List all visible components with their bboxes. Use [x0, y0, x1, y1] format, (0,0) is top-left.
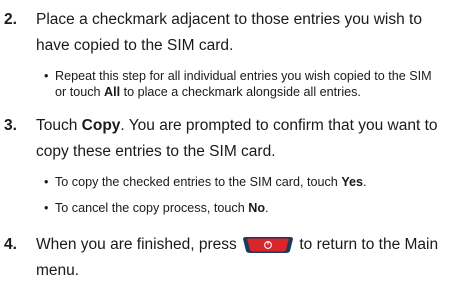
- step-line: Place a checkmark adjacent to those entr…: [36, 11, 422, 28]
- step-line-suffix: . You are prompted to confirm that you w…: [120, 117, 438, 134]
- bullet-line-prefix: To cancel the copy process, touch: [55, 201, 249, 215]
- bullet-line-suffix: .: [265, 201, 269, 215]
- copy-keyword: Copy: [81, 117, 121, 134]
- bullet-line-suffix: to place a checkmark alongside all entri…: [120, 85, 361, 99]
- step-number: 4.: [4, 236, 17, 253]
- bullet-line-prefix: or touch: [55, 85, 105, 99]
- bullet-item: • To copy the checked entries to the SIM…: [44, 174, 469, 190]
- step-text: Touch Copy. You are prompted to confirm …: [36, 113, 468, 165]
- no-keyword: No: [248, 201, 266, 215]
- manual-page: 2. Place a checkmark adjacent to those e…: [0, 0, 473, 291]
- bullet-line-prefix: To copy the checked entries to the SIM c…: [55, 175, 342, 189]
- step-line: copy these entries to the SIM card.: [36, 143, 276, 160]
- step-line: have copied to the SIM card.: [36, 37, 234, 54]
- step-line: Touch Copy. You are prompted to confirm …: [36, 113, 468, 139]
- yes-keyword: Yes: [341, 175, 364, 189]
- bullet-icon: •: [44, 69, 49, 83]
- bullet-text: To copy the checked entries to the SIM c…: [44, 174, 469, 190]
- step-number: 3.: [4, 117, 17, 134]
- step-line-prefix: Touch: [36, 117, 82, 134]
- bullet-item: • To cancel the copy process, touch No.: [44, 200, 469, 216]
- step-text: When you are finished, press to return t…: [36, 232, 468, 284]
- bullet-line: Repeat this step for all individual entr…: [55, 69, 432, 83]
- end-call-key-icon: [243, 236, 294, 253]
- step-line: menu.: [36, 262, 80, 279]
- bullet-text: Repeat this step for all individual entr…: [44, 68, 469, 100]
- step-text: Place a checkmark adjacent to those entr…: [36, 7, 468, 59]
- bullet-icon: •: [44, 175, 49, 189]
- bullet-line-suffix: .: [363, 175, 367, 189]
- step-line-prefix: When you are finished, press: [36, 236, 237, 253]
- all-keyword: All: [104, 85, 121, 99]
- bullet-icon: •: [44, 201, 49, 215]
- step-line: When you are finished, press to return t…: [36, 232, 468, 258]
- step-line-suffix: to return to the Main: [299, 236, 439, 253]
- bullet-item: • Repeat this step for all individual en…: [44, 68, 469, 100]
- step-number: 2.: [4, 11, 17, 28]
- bullet-text: To cancel the copy process, touch No.: [44, 200, 469, 216]
